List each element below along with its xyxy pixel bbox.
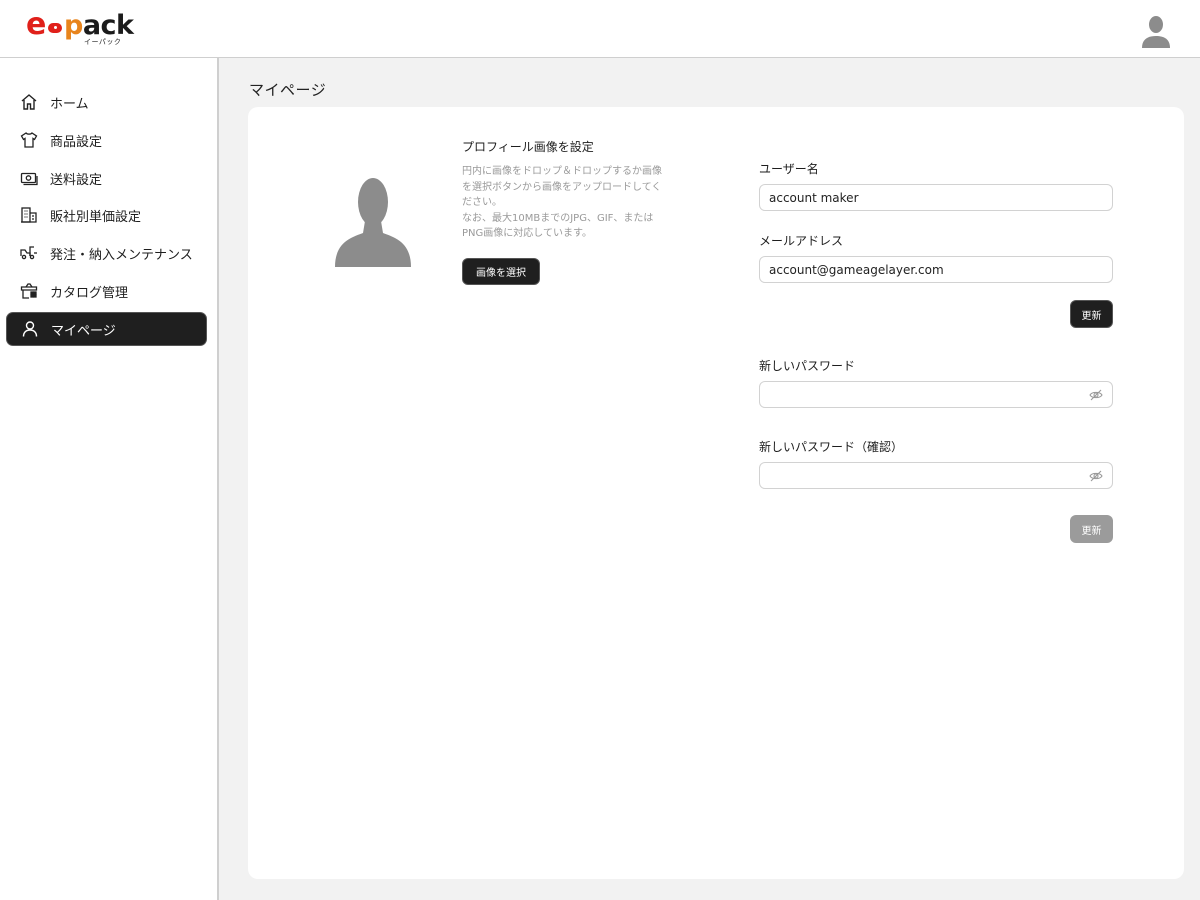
sidebar-item-label: 送料設定 bbox=[50, 172, 103, 188]
password-update-button[interactable]: 更新 bbox=[1070, 515, 1113, 543]
description-line: なお、最大10MBまでのJPG、GIF、または bbox=[462, 212, 654, 224]
home-icon bbox=[19, 92, 39, 112]
sidebar-item-mypage[interactable]: マイページ bbox=[6, 312, 207, 346]
new-password-label: 新しいパスワード bbox=[759, 359, 856, 373]
user-avatar-icon[interactable] bbox=[1141, 14, 1171, 48]
sidebar-item-shipping[interactable]: 送料設定 bbox=[6, 161, 207, 195]
sidebar-item-label: ホーム bbox=[50, 96, 89, 112]
page-title: マイページ bbox=[249, 81, 327, 99]
logo-e: e bbox=[26, 7, 46, 42]
username-label: ユーザー名 bbox=[759, 162, 819, 176]
profile-avatar-icon bbox=[335, 178, 411, 267]
sidebar-item-label: 販社別単価設定 bbox=[50, 209, 142, 225]
eye-slash-icon[interactable] bbox=[1089, 388, 1103, 402]
profile-image-title: プロフィール画像を設定 bbox=[462, 140, 594, 154]
sidebar-item-catalog[interactable]: カタログ管理 bbox=[6, 274, 207, 308]
money-icon bbox=[19, 168, 39, 188]
truck-icon bbox=[19, 243, 39, 263]
sidebar-item-label: 商品設定 bbox=[50, 134, 103, 150]
sidebar-item-home[interactable]: ホーム bbox=[6, 85, 207, 119]
confirm-password-label: 新しいパスワード（確認） bbox=[759, 440, 904, 454]
description-line: PNG画像に対応しています。 bbox=[462, 228, 592, 239]
logo[interactable]: e pack イーパック bbox=[26, 10, 136, 50]
logo-subtitle: イーパック bbox=[84, 38, 122, 46]
building-icon bbox=[19, 205, 39, 225]
sidebar-item-label: カタログ管理 bbox=[50, 285, 129, 301]
email-input[interactable]: account@gameagelayer.com bbox=[759, 256, 1113, 283]
catalog-icon bbox=[19, 281, 39, 301]
sidebar-item-products[interactable]: 商品設定 bbox=[6, 123, 207, 157]
profile-image-dropzone[interactable] bbox=[335, 177, 411, 267]
description-line: ださい。 bbox=[462, 197, 502, 208]
logo-key-icon bbox=[48, 23, 62, 33]
description-line: 円内に画像をドロップ＆ドロップするか画像 bbox=[462, 166, 662, 177]
account-update-button[interactable]: 更新 bbox=[1070, 300, 1113, 328]
logo-name: pack bbox=[64, 12, 134, 40]
sidebar-item-label: 発注・納入メンテナンス bbox=[50, 247, 193, 263]
sidebar-item-orders[interactable]: 発注・納入メンテナンス bbox=[6, 236, 207, 270]
logo-p: p bbox=[64, 10, 83, 41]
email-label: メールアドレス bbox=[759, 234, 844, 248]
select-image-button[interactable]: 画像を選択 bbox=[462, 258, 540, 285]
new-password-input[interactable] bbox=[759, 381, 1113, 408]
sidebar: ホーム 商品設定 送料設定 販社別単価設定 発注・納入メンテナンス カタログ管理 bbox=[0, 58, 219, 900]
top-bar: e pack イーパック bbox=[0, 0, 1200, 58]
sidebar-item-label: マイページ bbox=[51, 323, 116, 339]
profile-image-description: 円内に画像をドロップ＆ドロップするか画像 を選択ボタンから画像をアップロードして… bbox=[462, 164, 677, 242]
person-icon bbox=[20, 319, 40, 339]
tshirt-icon bbox=[19, 130, 39, 150]
eye-slash-icon[interactable] bbox=[1089, 469, 1103, 483]
description-line: を選択ボタンから画像をアップロードしてく bbox=[462, 181, 662, 193]
sidebar-item-pricing[interactable]: 販社別単価設定 bbox=[6, 198, 207, 232]
confirm-password-input[interactable] bbox=[759, 462, 1113, 489]
username-input[interactable]: account maker bbox=[759, 184, 1113, 211]
